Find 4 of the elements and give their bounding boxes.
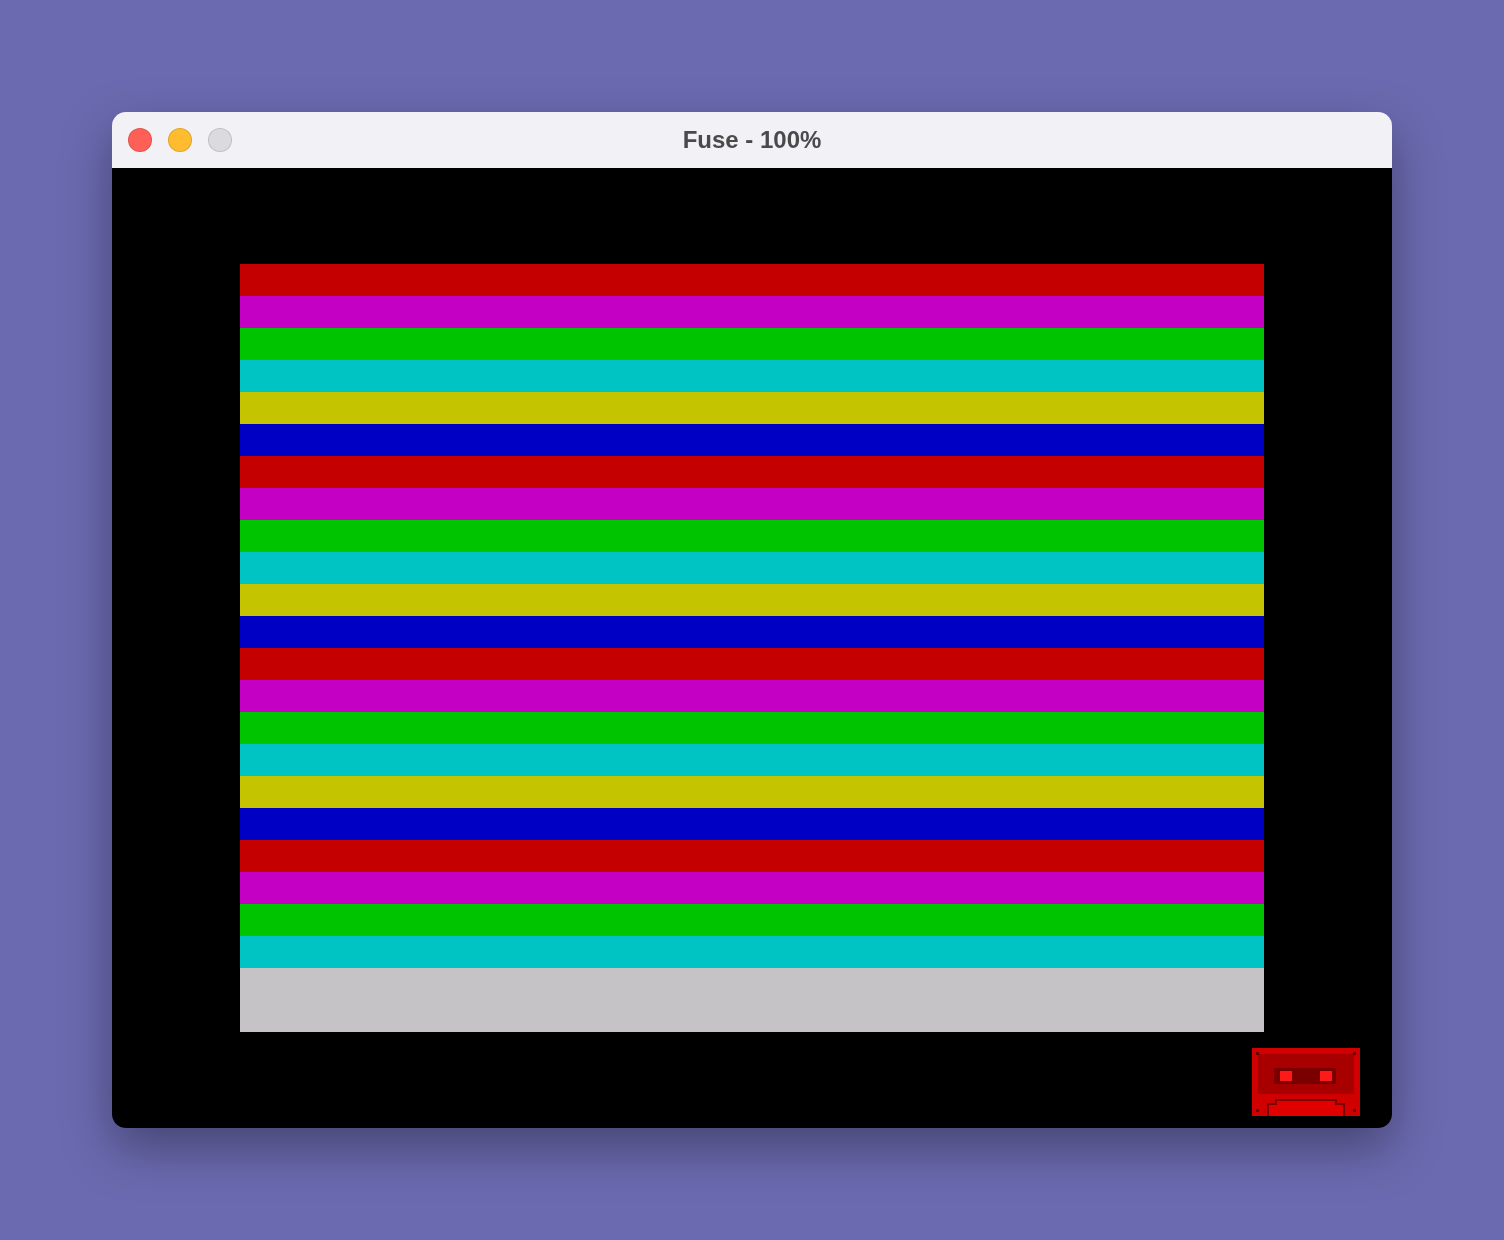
minimize-button[interactable] — [168, 128, 192, 152]
cassette-icon — [1252, 1048, 1360, 1116]
window-title: Fuse - 100% — [682, 126, 822, 153]
close-button[interactable] — [128, 128, 152, 152]
